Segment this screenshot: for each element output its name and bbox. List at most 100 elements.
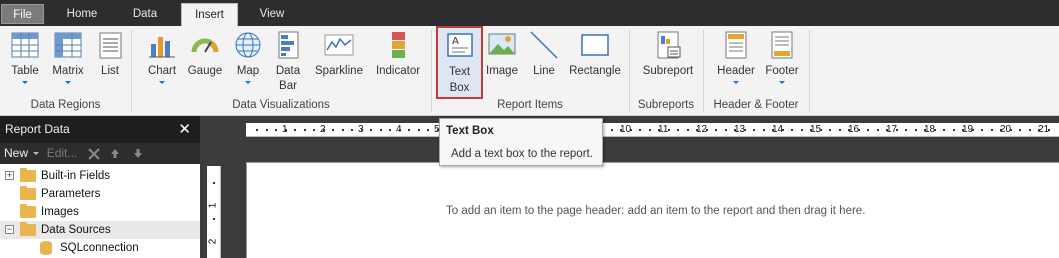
ruler-tick-mark — [341, 129, 344, 131]
ruler-tick-mark — [275, 129, 277, 131]
ruler-tick-label: 2 — [207, 238, 219, 245]
map-icon — [233, 30, 263, 60]
ruler-tick-mark — [294, 129, 296, 131]
rectangle-icon — [580, 30, 610, 60]
folder-icon — [20, 204, 36, 218]
data-bar-button[interactable]: Data Bar — [270, 30, 306, 94]
ruler-tick-mark — [639, 129, 641, 131]
ruler-tick-mark — [332, 129, 334, 131]
ribbon-tab-bar: File Home Data Insert View — [0, 0, 1059, 26]
horizontal-ruler: 12345101112131415161718192021 — [246, 123, 1059, 137]
tab-view[interactable]: View — [248, 3, 296, 26]
tree-item-built-in-fields[interactable]: + Built-in Fields — [0, 167, 200, 185]
ruler-tick-mark — [667, 129, 670, 131]
ruler-tick-mark — [389, 129, 391, 131]
group-label-data-visualizations: Data Visualizations — [232, 99, 330, 111]
new-button[interactable]: New — [4, 146, 28, 160]
header-button[interactable]: Header — [714, 30, 758, 84]
footer-icon — [767, 30, 797, 60]
page-header-hint: To add an item to the page header: add a… — [446, 205, 866, 217]
insert-ribbon: Table Matrix List Data Regions Chart Gau… — [0, 26, 1059, 116]
ruler-tick-mark — [1019, 129, 1021, 131]
folder-icon — [20, 186, 36, 200]
subreport-icon — [653, 30, 683, 60]
ruler-tick-mark — [1047, 129, 1050, 131]
line-button[interactable]: Line — [527, 30, 561, 79]
ruler-tick-mark — [351, 129, 353, 131]
list-button[interactable]: List — [91, 30, 129, 79]
map-button[interactable]: Map — [229, 30, 267, 84]
chart-icon — [147, 30, 177, 60]
ruler-tick-mark — [753, 129, 755, 131]
ruler-tick-mark — [952, 129, 955, 131]
gauge-icon — [190, 30, 220, 60]
report-data-tree: + Built-in Fields Parameters Images − Da… — [0, 164, 200, 258]
ruler-tick-mark — [905, 129, 907, 131]
chevron-down-icon — [159, 81, 165, 84]
ruler-tick-mark — [705, 129, 708, 131]
sparkline-button[interactable]: Sparkline — [312, 30, 366, 79]
ruler-tick-mark — [829, 129, 831, 131]
report-data-header: Report Data ✕ — [0, 116, 200, 143]
tree-item-parameters[interactable]: Parameters — [0, 185, 200, 203]
tree-item-sqlconnection[interactable]: SQLconnection — [0, 239, 200, 257]
ruler-tick-mark — [360, 129, 363, 131]
footer-button[interactable]: Footer — [761, 30, 803, 84]
ruler-tick-mark — [933, 129, 936, 131]
expand-icon[interactable]: + — [5, 171, 14, 180]
chevron-down-icon[interactable] — [33, 152, 40, 155]
image-button[interactable]: Image — [482, 30, 522, 79]
ruler-tick-mark — [658, 129, 660, 131]
matrix-button[interactable]: Matrix — [48, 30, 88, 84]
edit-button[interactable]: Edit... — [47, 146, 78, 160]
ruler-tick-mark — [379, 129, 382, 131]
tree-item-images[interactable]: Images — [0, 203, 200, 221]
subreport-button[interactable]: Subreport — [639, 30, 697, 79]
rectangle-button[interactable]: Rectangle — [567, 30, 623, 79]
tab-home[interactable]: Home — [58, 3, 106, 26]
move-down-icon[interactable] — [133, 148, 143, 159]
header-icon — [721, 30, 751, 60]
chart-button[interactable]: Chart — [143, 30, 181, 84]
group-label-report-items: Report Items — [497, 99, 563, 111]
move-up-icon[interactable] — [110, 148, 120, 159]
ruler-tick-mark — [800, 129, 803, 131]
chevron-down-icon — [245, 81, 251, 84]
group-label-subreports: Subreports — [637, 99, 695, 111]
ruler-tick-mark — [886, 129, 888, 131]
ruler-tick-mark — [876, 129, 879, 131]
ruler-tick-mark — [427, 129, 429, 131]
text-box-tooltip: Text Box Add a text box to the report. — [439, 118, 603, 166]
group-separator — [809, 30, 810, 112]
svg-text:A: A — [452, 36, 459, 47]
table-button[interactable]: Table — [5, 30, 45, 84]
tab-insert[interactable]: Insert — [181, 3, 238, 26]
text-box-button[interactable]: A Text Box — [438, 30, 481, 96]
ruler-tick-mark — [819, 129, 822, 131]
ruler-tick-mark — [848, 129, 850, 131]
ruler-tick-mark — [303, 129, 306, 131]
collapse-icon[interactable]: − — [5, 225, 14, 234]
ruler-tick-mark — [810, 129, 812, 131]
tab-file[interactable]: File — [1, 4, 44, 24]
ruler-tick-mark — [408, 129, 410, 131]
ruler-tick-mark — [791, 129, 793, 131]
ruler-tick-mark — [417, 129, 420, 131]
ruler-tick-mark — [1038, 129, 1040, 131]
close-icon[interactable]: ✕ — [178, 116, 191, 143]
delete-icon[interactable] — [88, 148, 100, 160]
gauge-button[interactable]: Gauge — [185, 30, 225, 79]
tree-item-data-sources[interactable]: − Data Sources — [0, 221, 200, 239]
sparkline-icon — [324, 30, 354, 60]
ruler-tick-mark — [867, 129, 869, 131]
vertical-ruler: 12 — [207, 166, 221, 258]
chevron-down-icon — [779, 81, 785, 84]
tab-data[interactable]: Data — [120, 3, 170, 26]
indicator-button[interactable]: Indicator — [372, 30, 424, 79]
ruler-tick-mark — [838, 129, 841, 131]
folder-icon — [20, 222, 36, 236]
ruler-tick-mark — [398, 129, 401, 131]
ruler-tick-mark — [313, 129, 315, 131]
ruler-tick-mark — [924, 129, 926, 131]
text-box-icon: A — [445, 30, 475, 60]
